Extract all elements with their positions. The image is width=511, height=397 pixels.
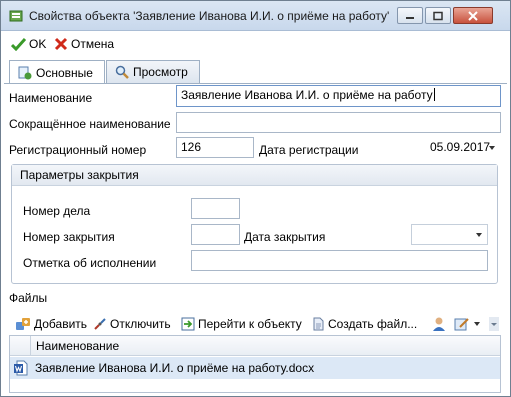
close-button[interactable] <box>453 7 493 24</box>
tab-preview-label: Просмотр <box>133 65 188 79</box>
minimize-icon <box>406 16 414 19</box>
short-name-input[interactable] <box>176 112 501 133</box>
short-name-label: Сокращённое наименование <box>9 117 171 131</box>
tab-general-label: Основные <box>36 65 93 80</box>
user-icon <box>433 317 445 331</box>
reg-date-label: Дата регистрации <box>259 143 359 157</box>
tab-general[interactable]: Основные <box>9 60 105 84</box>
maximize-button[interactable] <box>425 7 451 24</box>
ok-label: OK <box>29 37 47 51</box>
magnifier-icon <box>115 65 129 79</box>
cancel-button[interactable]: Отмена <box>54 36 114 52</box>
goto-object-label: Перейти к объекту <box>198 317 302 331</box>
chevron-down-icon <box>474 322 480 326</box>
detach-label: Отключить <box>110 317 171 331</box>
column-header-name[interactable]: Наименование <box>30 336 500 355</box>
goto-object-button[interactable]: Перейти к объекту <box>181 316 302 332</box>
closing-number-input[interactable] <box>191 224 240 245</box>
case-number-label: Номер дела <box>23 204 91 218</box>
execution-mark-input[interactable] <box>191 250 488 271</box>
dialog-toolbar: OK Отмена <box>1 31 510 57</box>
detach-icon <box>94 318 106 330</box>
cancel-label: Отмена <box>71 37 115 51</box>
close-icon <box>468 10 478 21</box>
overflow-chevron-icon <box>489 317 499 331</box>
reg-number-value: 126 <box>181 140 202 154</box>
reg-number-label: Регистрационный номер <box>9 143 147 157</box>
properties-window: Свойства объекта 'Заявление Иванова И.И.… <box>0 0 511 397</box>
tab-preview[interactable]: Просмотр <box>106 60 200 83</box>
reg-number-input[interactable]: 126 <box>176 137 254 158</box>
checkmark-icon <box>11 37 26 51</box>
general-tab-icon <box>18 66 32 79</box>
closing-date-picker[interactable] <box>411 224 488 245</box>
files-grid-header: Наименование <box>10 336 500 356</box>
edit-icon <box>454 318 469 331</box>
files-toolbar: Добавить Отключить Перейти к объекту Соз… <box>11 314 500 334</box>
name-input-value: Заявление Иванова И.И. о приёме на работ… <box>181 88 433 102</box>
more-toolbar-button[interactable] <box>489 316 499 332</box>
dropdown-arrow-icon <box>476 233 482 237</box>
edit-dropdown-button[interactable] <box>454 316 481 332</box>
add-file-button[interactable]: Добавить <box>15 316 87 332</box>
minimize-button[interactable] <box>397 7 423 24</box>
file-name-cell: Заявление Иванова И.И. о приёме на работ… <box>35 361 315 375</box>
window-title: Свойства объекта 'Заявление Иванова И.И.… <box>29 9 390 23</box>
files-grid: Наименование Заявление Иванова И.И. о пр… <box>9 335 501 393</box>
add-file-icon <box>16 318 30 330</box>
table-row[interactable]: Заявление Иванова И.И. о приёме на работ… <box>10 357 500 379</box>
word-document-icon <box>13 360 29 379</box>
closing-number-label: Номер закрытия <box>23 230 115 244</box>
ok-button[interactable]: OK <box>11 36 46 52</box>
dropdown-arrow-icon <box>489 146 495 150</box>
reg-date-picker[interactable]: 05.09.2017 <box>425 137 501 158</box>
closing-date-label: Дата закрытия <box>244 230 326 244</box>
case-number-input[interactable] <box>191 198 240 219</box>
name-input[interactable]: Заявление Иванова И.И. о приёме на работ… <box>176 85 501 107</box>
add-file-label: Добавить <box>34 317 88 331</box>
files-section-label: Файлы <box>9 291 48 305</box>
closing-parameters-title: Параметры закрытия <box>20 168 139 182</box>
create-file-label: Создать файл... <box>328 317 418 331</box>
user-button[interactable] <box>431 316 447 332</box>
closing-parameters-header: Параметры закрытия <box>12 165 497 186</box>
cancel-x-icon <box>54 37 68 51</box>
reg-date-value: 05.09.2017 <box>430 140 491 154</box>
detach-button[interactable]: Отключить <box>93 316 171 332</box>
create-file-icon <box>313 317 324 331</box>
goto-arrow-icon <box>181 317 195 331</box>
create-file-button[interactable]: Создать файл... <box>311 316 417 332</box>
maximize-icon <box>433 11 443 20</box>
title-bar[interactable]: Свойства объекта 'Заявление Иванова И.И.… <box>1 1 510 31</box>
name-label: Наименование <box>9 91 93 105</box>
execution-mark-label: Отметка об исполнении <box>23 256 157 270</box>
app-icon <box>9 9 23 23</box>
